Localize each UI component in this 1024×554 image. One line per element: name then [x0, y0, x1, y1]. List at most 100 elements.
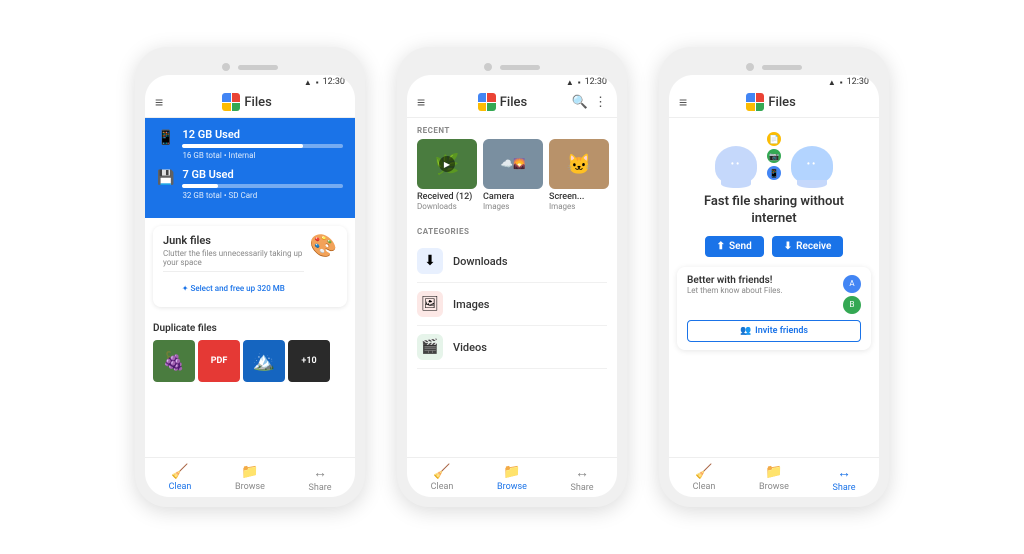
dup-more-count: +10	[288, 340, 330, 382]
ghost-left: ••	[715, 146, 757, 184]
nav-clean-label-3: Clean	[693, 482, 716, 492]
send-btn[interactable]: ⬆ Send	[705, 236, 764, 257]
logo-icon-1	[222, 93, 240, 111]
phone-3: ▲ ▪ 12:30 ≡ Files	[659, 47, 889, 507]
bottom-nav-1: 🧹 Clean 📁 Browse ↔ Share	[145, 457, 355, 497]
time-2: 12:30	[585, 77, 607, 87]
dup-thumb-2: PDF	[198, 340, 240, 382]
select-free-btn[interactable]: ✦ Select and free up 320 MB	[163, 271, 304, 299]
app-title-1: Files	[244, 95, 271, 110]
cat-images[interactable]: 🖼 Images	[417, 283, 607, 326]
nav-share-3[interactable]: ↔ Share	[809, 464, 879, 493]
app-title-3: Files	[768, 95, 795, 110]
friends-desc: Let them know about Files.	[687, 286, 837, 295]
status-bar-3: ▲ ▪ 12:30	[669, 75, 879, 89]
nav-clean-2[interactable]: 🧹 Clean	[407, 464, 477, 493]
signal-icon-2: ▲	[566, 78, 574, 87]
sd-icon-1: 💾	[157, 170, 174, 186]
receive-btn[interactable]: ⬇ Receive	[772, 236, 844, 257]
browse-icon-3: 📁	[765, 464, 782, 480]
nav-browse-3[interactable]: 📁 Browse	[739, 464, 809, 493]
recent-thumb-2: ☁️🌄	[483, 139, 543, 189]
cat-name-downloads: Downloads	[453, 255, 508, 268]
nav-browse-label-3: Browse	[759, 482, 789, 492]
nav-clean-label-2: Clean	[431, 482, 454, 492]
front-camera-3	[746, 63, 754, 71]
battery-icon-1: ▪	[316, 78, 319, 87]
file-icon-cluster-1: 📄	[767, 132, 781, 146]
browse-icon-2: 📁	[503, 464, 520, 480]
nav-clean-3[interactable]: 🧹 Clean	[669, 464, 739, 493]
recent-thumb-3: 🐱	[549, 139, 609, 189]
recent-sub-1: Downloads	[417, 202, 457, 211]
junk-desc: Clutter the files unnecessarily taking u…	[163, 249, 304, 267]
nav-share-label-1: Share	[309, 483, 332, 493]
status-bar-1: ▲ ▪ 12:30	[145, 75, 355, 89]
nav-share-2[interactable]: ↔ Share	[547, 464, 617, 493]
front-camera-2	[484, 63, 492, 71]
nav-clean-1[interactable]: 🧹 Clean	[145, 464, 215, 493]
storage-sub-1: 16 GB total • Internal	[182, 151, 343, 160]
app-content-3: •• 📄 📷 📱 •• Fast file sharing without in…	[669, 118, 879, 457]
junk-title: Junk files	[163, 234, 304, 247]
categories-label: CATEGORIES	[407, 219, 617, 240]
progress-internal	[182, 144, 343, 148]
nav-browse-label-1: Browse	[235, 482, 265, 492]
clean-icon-1: 🧹	[171, 464, 188, 480]
dup-thumb-1: 🍇	[153, 340, 195, 382]
battery-icon-3: ▪	[840, 78, 843, 87]
app-logo-2: Files	[433, 93, 572, 111]
invite-icon: 👥	[740, 326, 751, 336]
signal-icon-3: ▲	[828, 78, 836, 87]
bottom-nav-3: 🧹 Clean 📁 Browse ↔ Share	[669, 457, 879, 497]
nav-browse-label-2: Browse	[497, 482, 527, 492]
share-illustration: •• 📄 📷 📱 ••	[715, 132, 833, 184]
dup-title: Duplicate files	[153, 323, 347, 334]
recent-sub-2: Images	[483, 202, 509, 211]
invite-label: Invite friends	[755, 326, 808, 336]
nav-share-1[interactable]: ↔ Share	[285, 464, 355, 493]
storage-card-1: 📱 12 GB Used 16 GB total • Internal 💾	[145, 118, 355, 218]
app-header-3: ≡ Files	[669, 89, 879, 118]
cat-name-videos: Videos	[453, 341, 487, 354]
logo-icon-2	[478, 93, 496, 111]
avatar-1: A	[843, 275, 861, 293]
cat-downloads[interactable]: ⬇ Downloads	[417, 240, 607, 283]
menu-icon-3[interactable]: ≡	[679, 94, 687, 111]
share-btns: ⬆ Send ⬇ Receive	[705, 236, 844, 257]
signal-icon-1: ▲	[304, 78, 312, 87]
storage-sub-2: 32 GB total • SD Card	[182, 191, 343, 200]
invite-btn[interactable]: 👥 Invite friends	[687, 320, 861, 342]
ghost-right: ••	[791, 146, 833, 184]
phone-top-bar-1	[145, 57, 355, 75]
share-icon-1: ↔	[313, 464, 327, 481]
downloads-icon: ⬇	[417, 248, 443, 274]
friends-card: Better with friends! Let them know about…	[677, 267, 871, 350]
storage-sd: 💾 7 GB Used 32 GB total • SD Card	[157, 168, 343, 200]
recent-sub-3: Images	[549, 202, 575, 211]
avatar-2: B	[843, 296, 861, 314]
search-icon-2[interactable]: 🔍	[572, 95, 588, 110]
nav-browse-1[interactable]: 📁 Browse	[215, 464, 285, 493]
progress-fill-sd	[182, 184, 217, 188]
recent-thumb-1: 🌿 ▶	[417, 139, 477, 189]
junk-card: Junk files Clutter the files unnecessari…	[153, 226, 347, 307]
more-icon-2[interactable]: ⋮	[594, 95, 607, 110]
bottom-nav-2: 🧹 Clean 📁 Browse ↔ Share	[407, 457, 617, 497]
storage-title-2: 7 GB Used	[182, 168, 343, 181]
progress-fill-internal	[182, 144, 302, 148]
app-logo-1: Files	[171, 93, 323, 111]
app-logo-3: Files	[695, 93, 847, 111]
cat-videos[interactable]: 🎬 Videos	[417, 326, 607, 369]
receive-label: Receive	[796, 241, 831, 252]
menu-icon-1[interactable]: ≡	[155, 94, 163, 111]
dup-images: 🍇 PDF 🏔️ +10	[153, 340, 347, 382]
phone-screen-1: ▲ ▪ 12:30 ≡ Files	[145, 75, 355, 497]
friends-header: Better with friends! Let them know about…	[687, 275, 861, 314]
dup-thumb-3: 🏔️	[243, 340, 285, 382]
share-title: Fast file sharing without internet	[681, 194, 867, 228]
phone-screen-3: ▲ ▪ 12:30 ≡ Files	[669, 75, 879, 497]
menu-icon-2[interactable]: ≡	[417, 94, 425, 111]
nav-browse-2[interactable]: 📁 Browse	[477, 464, 547, 493]
time-3: 12:30	[847, 77, 869, 87]
